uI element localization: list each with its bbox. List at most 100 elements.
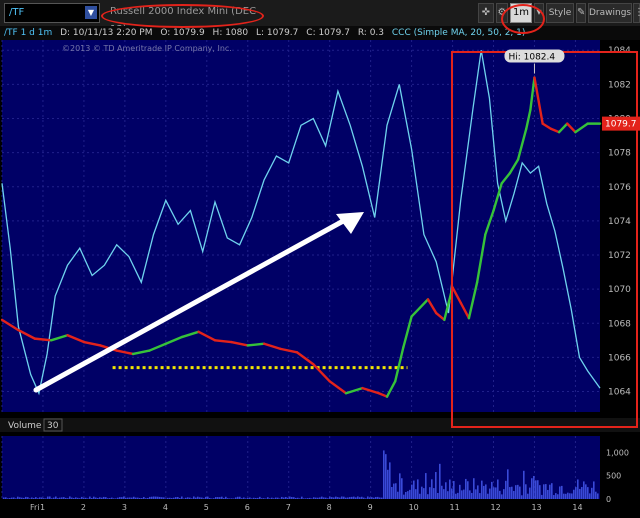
volume-bar (83, 498, 85, 499)
volume-bar (133, 497, 135, 499)
chevron-down-icon[interactable]: ▼ (85, 6, 97, 19)
volume-bar (129, 497, 131, 499)
volume-bar (429, 487, 431, 499)
volume-bar (403, 495, 405, 499)
volume-bar (291, 497, 293, 499)
volume-bar (329, 497, 331, 499)
volume-bar (81, 497, 83, 499)
volume-bar (309, 498, 311, 499)
pencil-icon[interactable]: ✎ (576, 3, 586, 23)
volume-bar (407, 491, 409, 499)
volume-bar (211, 498, 213, 499)
volume-bar (313, 497, 315, 499)
crosshair-icon[interactable]: ✜ (478, 3, 494, 23)
volume-bar (441, 486, 443, 499)
volume-bar (119, 497, 121, 499)
volume-bar (139, 498, 141, 499)
volume-bar (285, 497, 287, 499)
volume-bar (111, 498, 113, 499)
style-button[interactable]: Style (546, 3, 574, 23)
volume-bar (173, 498, 175, 499)
volume-bar (251, 498, 253, 499)
volume-bar (413, 481, 415, 499)
volume-bar (147, 498, 149, 499)
volume-bar (545, 484, 547, 499)
volume-bar (63, 497, 65, 499)
volume-bar (27, 497, 29, 499)
header-low: L: 1079.7 (256, 28, 298, 38)
volume-bar (287, 498, 289, 499)
volume-bar (445, 482, 447, 499)
volume-bar (105, 497, 107, 499)
volume-bar (359, 497, 361, 499)
volume-bar (11, 498, 13, 499)
volume-bar (137, 498, 139, 499)
volume-bar (71, 498, 73, 499)
timeframe-button[interactable]: 1m (510, 3, 532, 23)
volume-bar (369, 497, 371, 499)
header-range: R: 0.3 (358, 28, 384, 38)
volume-bar (563, 494, 565, 499)
volume-bar (511, 487, 513, 499)
volume-bar (169, 498, 171, 499)
volume-bar (3, 498, 5, 499)
volume-bar (223, 498, 225, 499)
menu-icon[interactable]: ⋮ (633, 3, 640, 23)
volume-bar (437, 493, 439, 499)
volume-bar (277, 498, 279, 499)
volume-bar (587, 487, 589, 499)
volume-bar (543, 484, 545, 499)
volume-bar (273, 498, 275, 499)
volume-bar (343, 497, 345, 499)
chart-area[interactable]: Fri1234567891011121314106410661068107010… (0, 40, 640, 518)
volume-bar (55, 497, 57, 499)
volume-bar (581, 487, 583, 499)
volume-bar (157, 497, 159, 499)
y-tick-label: 1064 (608, 388, 631, 398)
volume-bar (591, 488, 593, 499)
volume-bar (41, 498, 43, 499)
y-tick-label: 1076 (608, 183, 631, 193)
volume-bar (15, 498, 17, 499)
volume-label: Volume (8, 421, 42, 431)
volume-bar (341, 497, 343, 499)
volume-bar (179, 498, 181, 499)
volume-bar (281, 497, 283, 499)
volume-bar (325, 498, 327, 499)
drawings-button[interactable]: Drawings (588, 3, 632, 23)
volume-bar (51, 498, 53, 499)
volume-bar (453, 481, 455, 499)
volume-bar (521, 495, 523, 499)
volume-header-background (0, 418, 640, 432)
volume-bar (177, 497, 179, 499)
volume-bar (311, 498, 313, 499)
volume-bar (347, 497, 349, 499)
volume-bar (153, 496, 155, 499)
volume-bar (485, 484, 487, 499)
volume-bar (151, 497, 153, 499)
volume-bar (299, 498, 301, 499)
volume-bar (253, 498, 255, 499)
settings-icon[interactable]: ⚙ (496, 3, 508, 23)
volume-bar (505, 481, 507, 499)
chart-svg[interactable]: Fri1234567891011121314106410661068107010… (0, 40, 640, 514)
volume-bar (231, 498, 233, 499)
volume-bar (61, 497, 63, 499)
chart-header: /TF 1 d 1m D: 10/11/13 2:20 PM O: 1079.9… (0, 26, 640, 40)
volume-bar (239, 497, 241, 499)
volume-bar (461, 490, 463, 499)
volume-bar (267, 497, 269, 499)
volume-bar (45, 498, 47, 499)
volume-bar (377, 497, 379, 499)
volume-bar (475, 489, 477, 499)
volume-bar (317, 498, 319, 499)
volume-bar (125, 498, 127, 499)
volume-bar (121, 497, 123, 499)
chevron-down-icon[interactable]: ▾ (534, 3, 544, 23)
symbol-input[interactable]: /TF ▼ (4, 3, 100, 23)
volume-bar (269, 498, 271, 499)
volume-bar (181, 497, 183, 499)
volume-bar (17, 497, 19, 499)
volume-bar (555, 493, 557, 499)
volume-bar (233, 498, 235, 499)
